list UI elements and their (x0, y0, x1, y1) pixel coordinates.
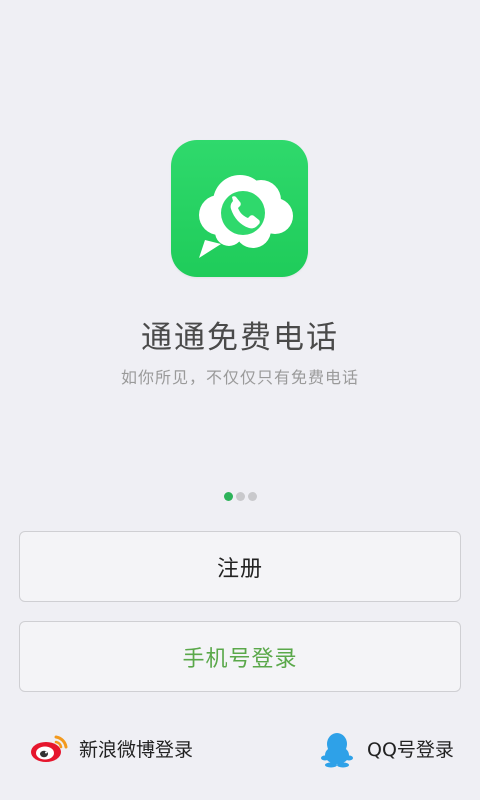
page-indicator (0, 492, 480, 501)
page-dot-1[interactable] (223, 492, 233, 501)
page-dot-2[interactable] (235, 492, 245, 501)
phone-login-button[interactable]: 手机号登录 (19, 621, 461, 692)
app-title: 通通免费电话 (141, 320, 339, 356)
register-button-label: 注册 (216, 556, 263, 582)
register-button[interactable]: 注册 (19, 531, 461, 602)
weibo-login-label: 新浪微博登录 (79, 738, 194, 761)
page-dot-3[interactable] (247, 492, 257, 501)
welcome-screen: 通通免费电话 如你所见，不仅仅只有免费电话 注册 手机号登录 新浪微博登录 QQ… (0, 0, 480, 800)
weibo-icon (29, 728, 69, 768)
qq-penguin-icon (317, 728, 357, 768)
app-logo-icon (171, 140, 308, 277)
qq-login-button[interactable]: QQ号登录 (317, 726, 454, 770)
weibo-login-button[interactable]: 新浪微博登录 (29, 726, 193, 770)
qq-login-label: QQ号登录 (367, 738, 454, 761)
app-subtitle: 如你所见，不仅仅只有免费电话 (120, 368, 359, 387)
phone-login-button-label: 手机号登录 (182, 646, 298, 672)
